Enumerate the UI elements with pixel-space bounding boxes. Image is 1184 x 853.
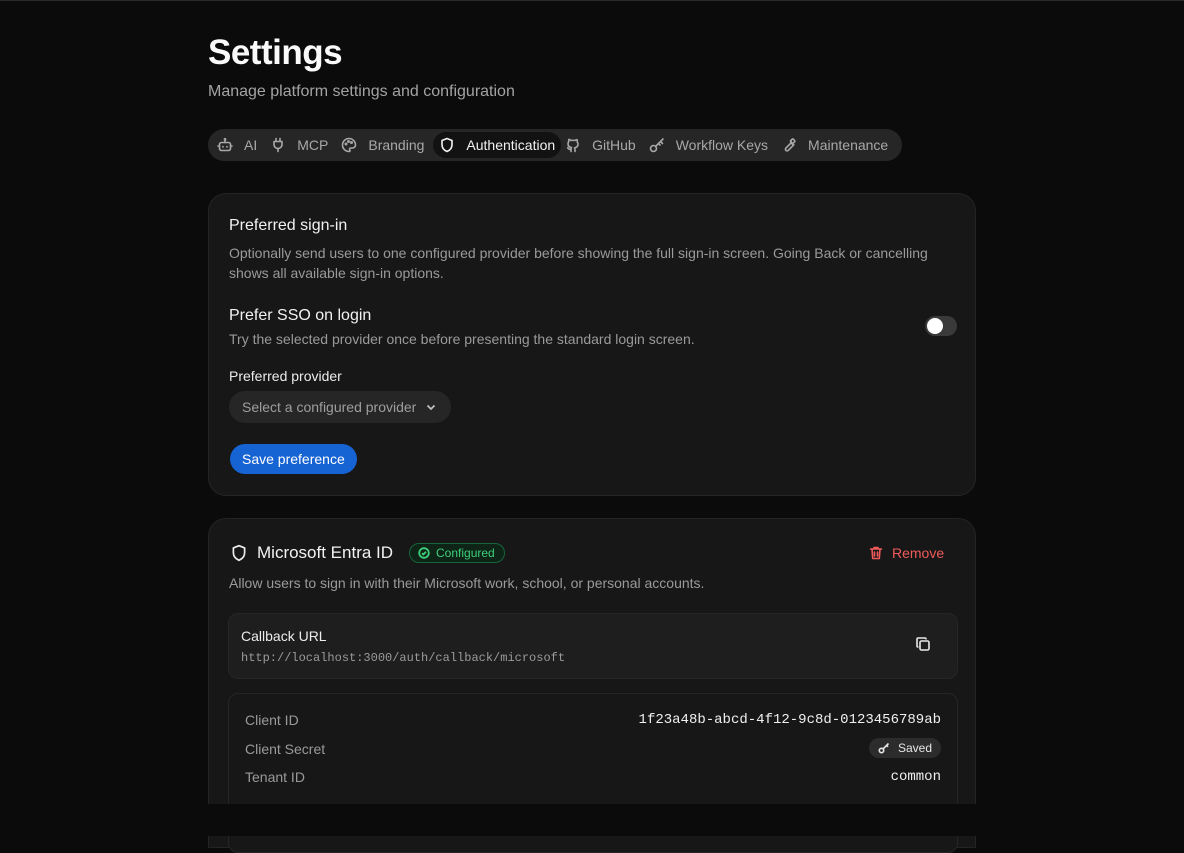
tenant-id-label: Tenant ID xyxy=(245,769,305,785)
callback-url-value: http://localhost:3000/auth/callback/micr… xyxy=(241,651,566,665)
preferred-signin-description: Optionally send users to one configured … xyxy=(229,245,928,281)
callback-url-label: Callback URL xyxy=(241,628,327,644)
tab-workflow-keys[interactable]: Workflow Keys xyxy=(649,132,773,158)
client-id-value: 1f23a48b-abcd-4f12-9c8d-0123456789ab xyxy=(638,712,941,728)
status-text: Configured xyxy=(436,546,495,560)
select-placeholder: Select a configured provider xyxy=(242,399,417,415)
toggle-knob xyxy=(927,318,943,334)
prefer-sso-title: Prefer SSO on login xyxy=(229,307,372,324)
github-icon xyxy=(565,137,581,153)
page-title: Settings xyxy=(208,33,343,72)
preferred-signin-card: Preferred sign-in Optionally send users … xyxy=(208,193,976,496)
shield-icon xyxy=(230,544,248,562)
wrench-icon xyxy=(781,137,797,153)
viewport-bottom xyxy=(0,804,1184,836)
status-badge: Configured xyxy=(409,543,505,563)
tab-label: Authentication xyxy=(466,137,556,153)
shield-icon xyxy=(439,137,455,153)
tab-label: GitHub xyxy=(592,137,636,153)
tab-label: AI xyxy=(244,137,258,153)
top-border xyxy=(0,0,1184,1)
client-secret-label: Client Secret xyxy=(245,741,326,757)
chevron-down-icon xyxy=(427,404,436,411)
save-preference-button[interactable]: Save preference xyxy=(230,444,357,474)
provider-card: Microsoft Entra ID Configured Remove All… xyxy=(208,518,976,853)
key-icon xyxy=(649,137,665,153)
tab-authentication[interactable]: Authentication xyxy=(433,132,562,158)
preferred-provider-select[interactable]: Select a configured provider xyxy=(229,391,452,423)
copy-icon xyxy=(916,637,930,651)
tab-maintenance[interactable]: Maintenance xyxy=(781,132,893,158)
remove-provider-button[interactable]: Remove xyxy=(868,545,944,561)
remove-label: Remove xyxy=(892,545,945,561)
plug-icon xyxy=(270,137,286,153)
tab-branding[interactable]: Branding xyxy=(341,132,429,158)
preferred-signin-title: Preferred sign-in xyxy=(229,217,348,234)
trash-icon xyxy=(869,546,883,560)
preferred-provider-label: Preferred provider xyxy=(229,368,342,384)
tab-label: MCP xyxy=(297,137,329,153)
callback-url-box: Callback URL http://localhost:3000/auth/… xyxy=(228,613,958,679)
copy-callback-button[interactable] xyxy=(915,636,935,656)
palette-icon xyxy=(341,137,357,153)
check-circle-icon xyxy=(418,547,430,559)
provider-description: Allow users to sign in with their Micros… xyxy=(229,575,705,591)
tab-github[interactable]: GitHub xyxy=(565,132,641,158)
provider-name: Microsoft Entra ID xyxy=(257,543,394,562)
secret-saved-badge: Saved xyxy=(868,738,941,758)
tab-mcp[interactable]: MCP xyxy=(270,132,333,158)
tab-ai[interactable]: AI xyxy=(217,132,262,158)
settings-tabs: AI MCP Branding Authentication GitHub Wo… xyxy=(208,129,903,161)
prefer-sso-description: Try the selected provider once before pr… xyxy=(229,331,695,347)
robot-icon xyxy=(217,137,233,153)
tenant-id-value: common xyxy=(890,769,941,785)
prefer-sso-toggle[interactable] xyxy=(925,316,957,336)
saved-text: Saved xyxy=(897,741,932,755)
key-icon xyxy=(878,742,890,754)
page-subtitle: Manage platform settings and configurati… xyxy=(208,83,515,100)
client-id-label: Client ID xyxy=(245,712,299,728)
tab-label: Maintenance xyxy=(808,137,889,153)
tab-label: Branding xyxy=(368,137,425,153)
tab-label: Workflow Keys xyxy=(675,137,769,153)
